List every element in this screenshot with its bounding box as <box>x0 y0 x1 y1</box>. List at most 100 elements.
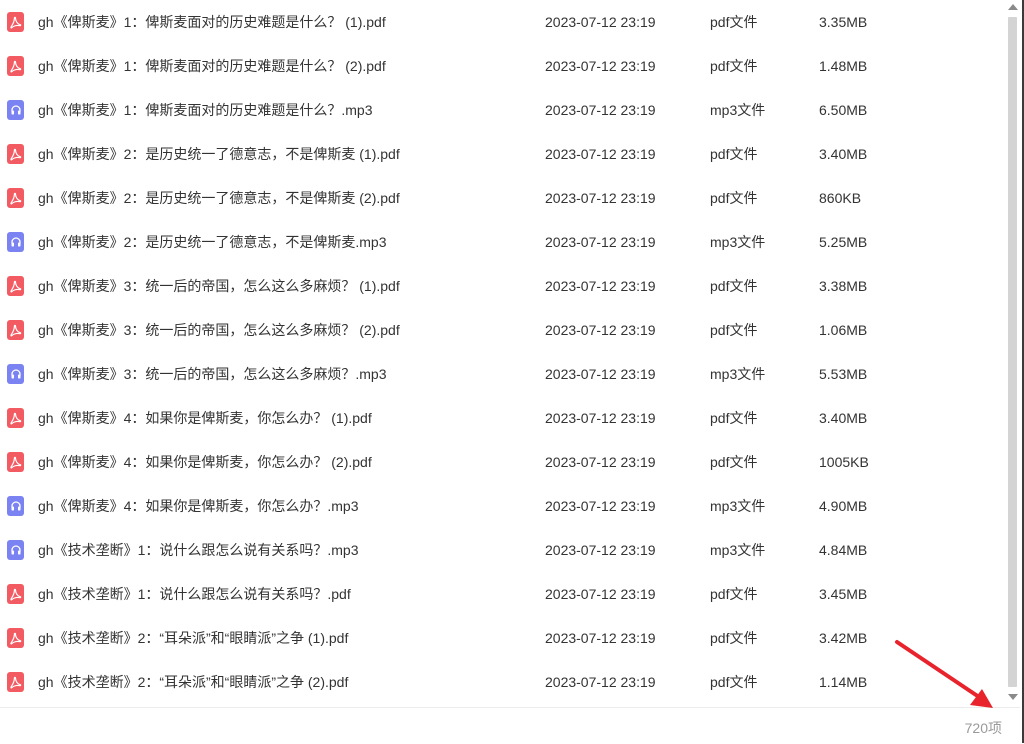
file-name[interactable]: gh《技术垄断》1：说什么跟怎么说有关系吗？.pdf <box>38 584 351 604</box>
file-row[interactable]: gh《俾斯麦》3：统一后的帝国，怎么这么多麻烦？.mp3 2023-07-12 2… <box>0 352 1000 396</box>
headphones-icon <box>7 232 24 252</box>
file-date: 2023-07-12 23:19 <box>545 498 656 514</box>
file-row[interactable]: gh《俾斯麦》1：俾斯麦面对的历史难题是什么？ (1).pdf 2023-07-1… <box>0 0 1000 44</box>
file-size: 3.40MB <box>819 410 868 426</box>
file-size: 4.84MB <box>819 542 868 558</box>
file-size: 3.42MB <box>819 630 868 646</box>
file-date: 2023-07-12 23:19 <box>545 586 656 602</box>
file-name[interactable]: gh《俾斯麦》4：如果你是俾斯麦，你怎么办？ (1).pdf <box>38 408 372 428</box>
file-date: 2023-07-12 23:19 <box>545 190 656 206</box>
file-size: 3.35MB <box>819 14 868 30</box>
file-row[interactable]: gh《技术垄断》1：说什么跟怎么说有关系吗？.mp3 2023-07-12 23:… <box>0 528 1000 572</box>
file-row[interactable]: gh《俾斯麦》1：俾斯麦面对的历史难题是什么？.mp3 2023-07-12 23… <box>0 88 1000 132</box>
file-size: 3.45MB <box>819 586 868 602</box>
file-row[interactable]: gh《技术垄断》2：“耳朵派”和“眼睛派”之争 (2).pdf 2023-07-1… <box>0 660 1000 704</box>
file-type: pdf文件 <box>710 410 758 426</box>
file-type: mp3文件 <box>710 498 766 514</box>
file-date: 2023-07-12 23:19 <box>545 58 656 74</box>
pdf-icon <box>7 276 24 296</box>
file-type: pdf文件 <box>710 190 758 206</box>
file-size: 1.06MB <box>819 322 868 338</box>
file-name[interactable]: gh《俾斯麦》3：统一后的帝国，怎么这么多麻烦？ (1).pdf <box>38 276 400 296</box>
file-type: mp3文件 <box>710 234 766 250</box>
headphones-icon <box>7 364 24 384</box>
file-date: 2023-07-12 23:19 <box>545 366 656 382</box>
file-row[interactable]: gh《技术垄断》2：“耳朵派”和“眼睛派”之争 (1).pdf 2023-07-1… <box>0 616 1000 660</box>
status-bar: 720项 <box>0 707 1020 744</box>
pdf-icon <box>7 408 24 428</box>
file-name[interactable]: gh《俾斯麦》1：俾斯麦面对的历史难题是什么？ (1).pdf <box>38 12 386 32</box>
file-size: 5.25MB <box>819 234 868 250</box>
file-row[interactable]: gh《俾斯麦》1：俾斯麦面对的历史难题是什么？ (2).pdf 2023-07-1… <box>0 44 1000 88</box>
pdf-icon <box>7 12 24 32</box>
file-name[interactable]: gh《技术垄断》2：“耳朵派”和“眼睛派”之争 (1).pdf <box>38 628 348 648</box>
file-row[interactable]: gh《俾斯麦》2：是历史统一了德意志，不是俾斯麦.mp3 2023-07-12 2… <box>0 220 1000 264</box>
pdf-icon <box>7 144 24 164</box>
file-date: 2023-07-12 23:19 <box>545 234 656 250</box>
file-date: 2023-07-12 23:19 <box>545 454 656 470</box>
file-size: 1005KB <box>819 454 869 470</box>
file-size: 3.38MB <box>819 278 868 294</box>
scroll-down-arrow-icon[interactable] <box>1008 694 1018 700</box>
vertical-scrollbar[interactable] <box>1006 0 1019 706</box>
file-type: mp3文件 <box>710 102 766 118</box>
file-size: 1.14MB <box>819 674 868 690</box>
file-type: pdf文件 <box>710 278 758 294</box>
pdf-icon <box>7 320 24 340</box>
scroll-up-arrow-icon[interactable] <box>1008 4 1018 10</box>
pdf-icon <box>7 452 24 472</box>
file-list: gh《俾斯麦》1：俾斯麦面对的历史难题是什么？ (1).pdf 2023-07-1… <box>0 0 1004 706</box>
file-size: 1.48MB <box>819 58 868 74</box>
file-name[interactable]: gh《俾斯麦》2：是历史统一了德意志，不是俾斯麦 (1).pdf <box>38 144 400 164</box>
headphones-icon <box>7 496 24 516</box>
file-type: pdf文件 <box>710 674 758 690</box>
file-name[interactable]: gh《俾斯麦》4：如果你是俾斯麦，你怎么办？.mp3 <box>38 496 358 516</box>
file-name[interactable]: gh《俾斯麦》1：俾斯麦面对的历史难题是什么？ (2).pdf <box>38 56 386 76</box>
file-row[interactable]: gh《技术垄断》1：说什么跟怎么说有关系吗？.pdf 2023-07-12 23:… <box>0 572 1000 616</box>
pdf-icon <box>7 188 24 208</box>
file-date: 2023-07-12 23:19 <box>545 102 656 118</box>
file-row[interactable]: gh《俾斯麦》2：是历史统一了德意志，不是俾斯麦 (2).pdf 2023-07-… <box>0 176 1000 220</box>
pdf-icon <box>7 584 24 604</box>
file-date: 2023-07-12 23:19 <box>545 278 656 294</box>
file-type: pdf文件 <box>710 58 758 74</box>
file-row[interactable]: gh《俾斯麦》3：统一后的帝国，怎么这么多麻烦？ (2).pdf 2023-07-… <box>0 308 1000 352</box>
file-date: 2023-07-12 23:19 <box>545 322 656 338</box>
file-type: pdf文件 <box>710 630 758 646</box>
file-type: mp3文件 <box>710 542 766 558</box>
pdf-icon <box>7 672 24 692</box>
file-name[interactable]: gh《俾斯麦》3：统一后的帝国，怎么这么多麻烦？.mp3 <box>38 364 386 384</box>
pdf-icon <box>7 628 24 648</box>
file-name[interactable]: gh《俾斯麦》4：如果你是俾斯麦，你怎么办？ (2).pdf <box>38 452 372 472</box>
file-date: 2023-07-12 23:19 <box>545 542 656 558</box>
file-row[interactable]: gh《俾斯麦》4：如果你是俾斯麦，你怎么办？ (2).pdf 2023-07-12… <box>0 440 1000 484</box>
file-type: pdf文件 <box>710 146 758 162</box>
file-type: pdf文件 <box>710 14 758 30</box>
file-name[interactable]: gh《俾斯麦》3：统一后的帝国，怎么这么多麻烦？ (2).pdf <box>38 320 400 340</box>
scrollbar-thumb[interactable] <box>1008 17 1017 687</box>
file-date: 2023-07-12 23:19 <box>545 674 656 690</box>
file-size: 3.40MB <box>819 146 868 162</box>
file-size: 4.90MB <box>819 498 868 514</box>
file-date: 2023-07-12 23:19 <box>545 410 656 426</box>
pdf-icon <box>7 56 24 76</box>
file-type: pdf文件 <box>710 322 758 338</box>
file-size: 5.53MB <box>819 366 868 382</box>
file-row[interactable]: gh《俾斯麦》4：如果你是俾斯麦，你怎么办？ (1).pdf 2023-07-12… <box>0 396 1000 440</box>
item-count: 720项 <box>964 720 1002 736</box>
file-name[interactable]: gh《俾斯麦》1：俾斯麦面对的历史难题是什么？.mp3 <box>38 100 372 120</box>
file-size: 860KB <box>819 190 862 206</box>
file-row[interactable]: gh《俾斯麦》3：统一后的帝国，怎么这么多麻烦？ (1).pdf 2023-07-… <box>0 264 1000 308</box>
headphones-icon <box>7 540 24 560</box>
file-name[interactable]: gh《俾斯麦》2：是历史统一了德意志，不是俾斯麦.mp3 <box>38 232 386 252</box>
file-row[interactable]: gh《俾斯麦》2：是历史统一了德意志，不是俾斯麦 (1).pdf 2023-07-… <box>0 132 1000 176</box>
file-name[interactable]: gh《俾斯麦》2：是历史统一了德意志，不是俾斯麦 (2).pdf <box>38 188 400 208</box>
file-date: 2023-07-12 23:19 <box>545 146 656 162</box>
file-name[interactable]: gh《技术垄断》1：说什么跟怎么说有关系吗？.mp3 <box>38 540 358 560</box>
file-type: mp3文件 <box>710 366 766 382</box>
file-date: 2023-07-12 23:19 <box>545 14 656 30</box>
file-size: 6.50MB <box>819 102 868 118</box>
file-row[interactable]: gh《俾斯麦》4：如果你是俾斯麦，你怎么办？.mp3 2023-07-12 23:… <box>0 484 1000 528</box>
file-name[interactable]: gh《技术垄断》2：“耳朵派”和“眼睛派”之争 (2).pdf <box>38 672 348 692</box>
file-type: pdf文件 <box>710 586 758 602</box>
